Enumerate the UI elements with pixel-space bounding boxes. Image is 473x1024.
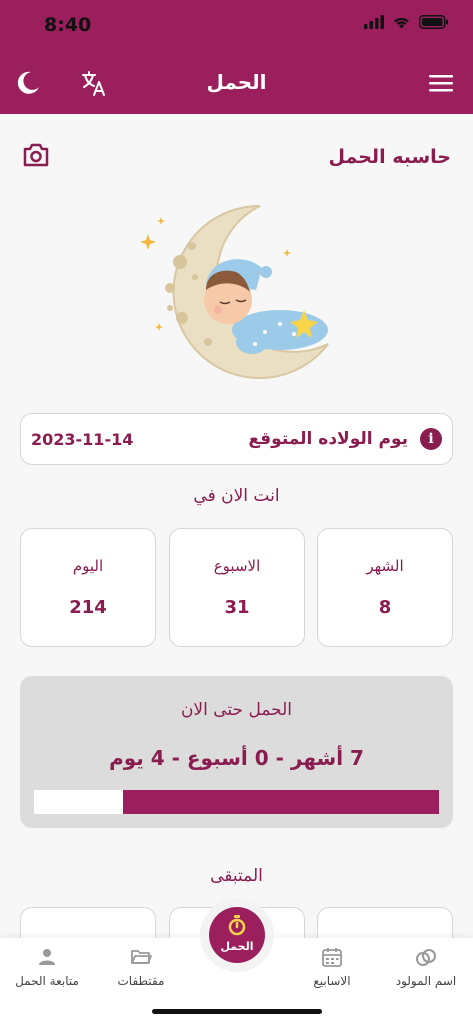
info-icon[interactable]: i	[420, 428, 442, 450]
progress-bar-fill	[123, 790, 439, 814]
calendar-icon	[322, 948, 342, 967]
camera-icon[interactable]	[22, 142, 50, 168]
progress-card: الحمل حتى الان 7 أشهر - 0 أسبوع - 4 يوم	[20, 676, 453, 828]
nav-item-baby-name[interactable]: اسم المولود	[379, 946, 473, 988]
wifi-icon	[394, 17, 409, 29]
stat-label-month: الشهر	[366, 557, 404, 575]
progress-value: 7 أشهر - 0 أسبوع - 4 يوم	[109, 746, 364, 770]
due-date-card: i يوم الولاده المتوقع 2023-11-14	[20, 413, 453, 465]
app-bar-title: الحمل	[206, 70, 267, 94]
pregnancy-tab-button[interactable]: الحمل	[209, 907, 265, 963]
main-content[interactable]: حاسبه الحمل i يوم الولاده المتوقع 2023-1…	[0, 114, 473, 938]
stat-card-week: الاسبوع 31	[169, 528, 305, 647]
stat-card-day: اليوم 214	[20, 528, 156, 647]
due-date-label: يوم الولاده المتوقع	[248, 429, 408, 449]
page-title: حاسبه الحمل	[328, 146, 451, 168]
stat-value-week: 31	[224, 597, 250, 618]
status-time: 8:40	[44, 14, 92, 36]
stat-label-day: اليوم	[72, 557, 104, 575]
nav-label-excerpts: مقتطفات	[117, 974, 165, 988]
stat-label-week: الاسبوع	[213, 557, 261, 575]
center-tab[interactable]: الحمل	[200, 898, 274, 972]
signal-icon	[364, 15, 384, 29]
stopwatch-icon	[228, 915, 246, 936]
status-icons	[364, 15, 449, 29]
menu-icon[interactable]	[429, 73, 453, 93]
status-bar: 8:40	[0, 0, 473, 52]
pregnancy-tab-label: الحمل	[220, 940, 254, 953]
stat-card-month: الشهر 8	[317, 528, 453, 647]
baby-moon-illustration	[140, 204, 329, 379]
nav-item-weeks[interactable]: الاسابيع	[285, 946, 379, 988]
battery-icon	[419, 15, 448, 29]
nav-item-excerpts[interactable]: مقتطفات	[94, 946, 188, 988]
now-title: انت الان في	[193, 486, 280, 506]
progress-bar	[34, 790, 439, 814]
nav-label-pregnancy-tracking: متابعة الحمل	[15, 974, 79, 988]
nav-label-weeks: الاسابيع	[313, 974, 351, 988]
folder-icon	[131, 950, 152, 964]
nav-label-baby-name: اسم المولود	[395, 974, 457, 988]
home-indicator	[152, 1009, 322, 1014]
remaining-card	[317, 907, 453, 938]
remaining-card	[20, 907, 156, 938]
progress-title: الحمل حتى الان	[180, 700, 293, 720]
stat-value-month: 8	[378, 597, 392, 618]
due-date-value: 2023-11-14	[31, 430, 134, 449]
nav-item-pregnancy-tracking[interactable]: متابعة الحمل	[0, 946, 94, 988]
remaining-title: المتبقى	[210, 866, 263, 886]
rings-icon	[416, 949, 436, 966]
person-icon	[39, 949, 55, 965]
stat-value-day: 214	[69, 597, 107, 618]
app-bar: الحمل	[0, 52, 473, 114]
